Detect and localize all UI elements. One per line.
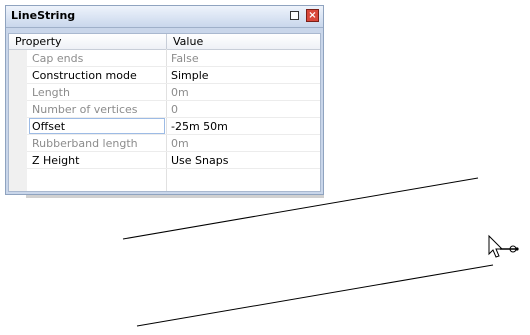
property-row-cap-ends[interactable]: Cap ends False [9,50,320,67]
move-pointer-cursor-icon [488,234,519,258]
title-bar[interactable]: LineString × [6,6,323,28]
property-label: Construction mode [32,69,137,82]
property-value[interactable]: Simple [171,69,209,82]
property-label: Number of vertices [32,103,138,116]
panel-shadow [26,195,324,198]
grid-header: Property Value [9,34,320,50]
property-value[interactable]: Use Snaps [171,154,228,167]
property-row-rubberband-length[interactable]: Rubberband length 0m [9,135,320,152]
property-label: Length [32,86,70,99]
column-header-value[interactable]: Value [173,35,203,48]
property-label: Offset [32,120,66,133]
property-row-construction-mode[interactable]: Construction mode Simple [9,67,320,84]
property-row-z-height[interactable]: Z Height Use Snaps [9,152,320,169]
close-icon[interactable]: × [306,9,319,22]
property-value[interactable]: 0 [171,103,178,116]
property-value[interactable]: 0m [171,137,189,150]
property-grid: Property Value Cap ends False Constructi… [8,33,321,192]
property-value[interactable]: 0m [171,86,189,99]
property-value[interactable]: False [171,52,199,65]
property-label: Z Height [32,154,80,167]
property-row-number-of-vertices[interactable]: Number of vertices 0 [9,101,320,118]
column-header-property[interactable]: Property [15,35,62,48]
restore-window-icon[interactable] [288,9,301,22]
linestring-properties-panel: LineString × Property Value Cap ends Fal… [5,5,324,195]
property-value[interactable]: -25m 50m [171,120,228,133]
property-label: Cap ends [32,52,84,65]
property-row-length[interactable]: Length 0m [9,84,320,101]
property-label: Rubberband length [32,137,138,150]
window-title: LineString [11,9,76,22]
lower-linestring [136,264,494,327]
property-row-offset[interactable]: Offset -25m 50m [9,118,320,135]
empty-grid-area [9,169,320,191]
